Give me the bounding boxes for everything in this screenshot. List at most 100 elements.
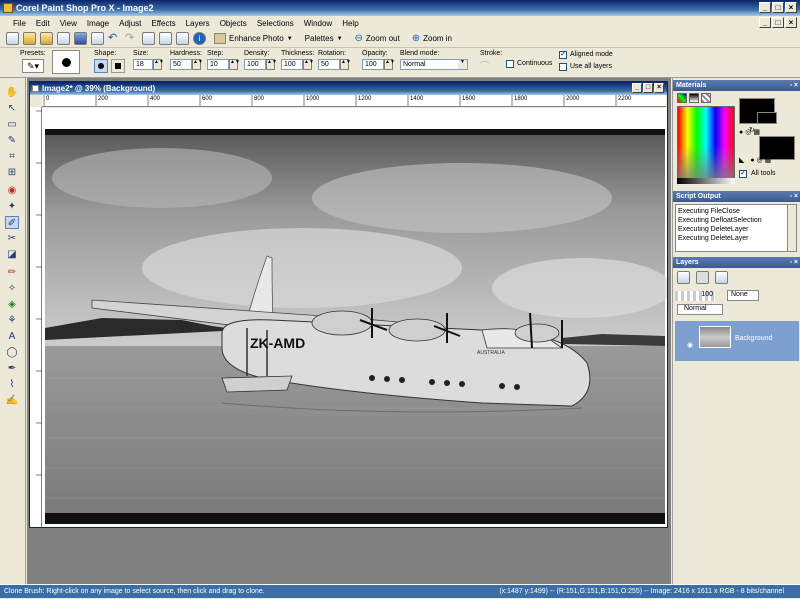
pan-tool-icon[interactable]: ✋ bbox=[5, 86, 19, 99]
layers-panel-header[interactable]: Layers ▫ × bbox=[673, 257, 800, 268]
image-window-title-bar[interactable]: Image2* @ 39% (Background) _ □ × bbox=[30, 82, 667, 95]
rotation-input[interactable]: 50 ▲▼ bbox=[318, 59, 351, 70]
color-picker-spectrum[interactable] bbox=[677, 106, 735, 184]
zoom-out-button[interactable]: ⊖ Zoom out bbox=[351, 33, 404, 44]
text-tool-icon[interactable]: A bbox=[5, 330, 19, 343]
new-layer-icon[interactable] bbox=[677, 271, 690, 284]
eraser-tool-icon[interactable]: ◪ bbox=[5, 248, 19, 261]
menu-adjust[interactable]: Adjust bbox=[114, 19, 146, 28]
layer-properties-icon[interactable] bbox=[715, 271, 728, 284]
effects-browser-icon[interactable] bbox=[159, 32, 172, 45]
log-scrollbar[interactable] bbox=[787, 205, 796, 251]
doc-restore-button[interactable]: □ bbox=[772, 17, 784, 28]
continuous-checkbox[interactable] bbox=[506, 60, 514, 68]
panel-controls-icon[interactable]: ▫ × bbox=[789, 191, 798, 202]
image-canvas[interactable]: ZK-AMD AUSTRALIA bbox=[42, 108, 667, 527]
zoom-in-button[interactable]: ⊕ Zoom in bbox=[408, 33, 456, 44]
print-icon[interactable] bbox=[91, 32, 104, 45]
menu-view[interactable]: View bbox=[55, 19, 82, 28]
crop-icon[interactable] bbox=[142, 32, 155, 45]
presets-dropdown[interactable]: ✎▾ bbox=[22, 59, 44, 73]
new-file-icon[interactable] bbox=[6, 32, 19, 45]
minimize-button[interactable]: _ bbox=[759, 2, 771, 13]
redo-icon[interactable]: ↷ bbox=[125, 32, 138, 45]
thickness-spinner[interactable]: ▲▼ bbox=[303, 59, 314, 70]
open-folder-icon[interactable] bbox=[23, 32, 36, 45]
browse-icon[interactable] bbox=[40, 32, 53, 45]
opacity-spinner[interactable]: ▲▼ bbox=[384, 59, 395, 70]
doc-minimize-button[interactable]: _ bbox=[759, 17, 771, 28]
frame-tab[interactable] bbox=[677, 93, 687, 103]
close-button[interactable]: × bbox=[785, 2, 797, 13]
foreground-material-swatch[interactable] bbox=[757, 112, 777, 124]
crop-tool-icon[interactable]: ⌗ bbox=[5, 150, 19, 163]
clone-brush-tool-icon[interactable]: ✐ bbox=[5, 216, 19, 229]
menu-edit[interactable]: Edit bbox=[31, 19, 55, 28]
save-icon[interactable] bbox=[74, 32, 87, 45]
materials-panel-header[interactable]: Materials ▫ × bbox=[673, 80, 800, 91]
image-maximize-button[interactable]: □ bbox=[643, 83, 653, 93]
layer-blend-mode-select[interactable]: Normal bbox=[677, 304, 723, 315]
size-input[interactable]: 18 ▲▼ bbox=[133, 59, 164, 70]
menu-layers[interactable]: Layers bbox=[181, 19, 215, 28]
paint-brush-tool-icon[interactable]: ✏ bbox=[5, 266, 19, 279]
maximize-button[interactable]: □ bbox=[772, 2, 784, 13]
preset-shape-tool-icon[interactable]: ◯ bbox=[5, 346, 19, 359]
eyedropper-tool-icon[interactable]: ✎ bbox=[5, 134, 19, 147]
swatches-tab[interactable] bbox=[701, 93, 711, 103]
all-tools-checkbox[interactable]: ✓ bbox=[739, 170, 747, 178]
stroke-icon[interactable]: ⌒ bbox=[480, 59, 494, 71]
makeover-tool-icon[interactable]: ✦ bbox=[5, 200, 19, 213]
selection-tool-icon[interactable]: ▭ bbox=[5, 118, 19, 131]
hardness-spinner[interactable]: ▲▼ bbox=[192, 59, 203, 70]
flood-fill-tool-icon[interactable]: ◈ bbox=[5, 298, 19, 311]
thickness-input[interactable]: 100 ▲▼ bbox=[281, 59, 314, 70]
brush-tip-preview[interactable] bbox=[52, 50, 80, 74]
menu-objects[interactable]: Objects bbox=[215, 19, 252, 28]
panel-controls-icon[interactable]: ▫ × bbox=[789, 80, 798, 91]
undo-icon[interactable]: ↶ bbox=[108, 32, 121, 45]
size-spinner[interactable]: ▲▼ bbox=[153, 59, 164, 70]
menu-file[interactable]: File bbox=[8, 19, 31, 28]
round-shape-button[interactable] bbox=[94, 59, 108, 73]
art-media-tool-icon[interactable]: ✍ bbox=[5, 394, 19, 407]
info-icon[interactable]: i bbox=[193, 32, 206, 45]
image-close-button[interactable]: × bbox=[654, 83, 664, 93]
aligned-mode-checkbox[interactable]: ✓ bbox=[559, 51, 567, 59]
picture-tube-tool-icon[interactable]: ⚘ bbox=[5, 314, 19, 327]
panel-controls-icon[interactable]: ▫ × bbox=[789, 257, 798, 268]
opacity-input[interactable]: 100 ▲▼ bbox=[362, 59, 395, 70]
retouch-icon[interactable] bbox=[176, 32, 189, 45]
layer-row-background[interactable]: Background ◉ bbox=[675, 321, 799, 361]
enhance-photo-button[interactable]: Enhance Photo ▼ bbox=[210, 33, 297, 44]
hardness-input[interactable]: 50 ▲▼ bbox=[170, 59, 203, 70]
style-buttons-icon[interactable]: ●◎▦ bbox=[739, 128, 762, 136]
menu-effects[interactable]: Effects bbox=[146, 19, 180, 28]
blend-none-field[interactable]: None bbox=[727, 290, 759, 301]
texture-buttons-icon[interactable]: ◣ ●◎▦ bbox=[739, 156, 773, 164]
palettes-button[interactable]: Palettes ▼ bbox=[301, 34, 347, 43]
app-title-bar[interactable]: Corel Paint Shop Pro X - Image2 _ □ × bbox=[0, 0, 800, 16]
image-minimize-button[interactable]: _ bbox=[632, 83, 642, 93]
pen-tool-icon[interactable]: ✒ bbox=[5, 362, 19, 375]
pick-tool-icon[interactable]: ↖ bbox=[5, 102, 19, 115]
layer-opacity-field[interactable]: 100 bbox=[675, 291, 715, 301]
menu-window[interactable]: Window bbox=[299, 19, 337, 28]
visibility-eye-icon[interactable]: ◉ bbox=[687, 341, 693, 349]
step-input[interactable]: 10 ▲▼ bbox=[207, 59, 240, 70]
doc-close-button[interactable]: × bbox=[785, 17, 797, 28]
density-input[interactable]: 100 ▲▼ bbox=[244, 59, 277, 70]
warp-brush-tool-icon[interactable]: ⌇ bbox=[5, 378, 19, 391]
script-output-log[interactable]: Executing FileClose Executing DefloatSel… bbox=[675, 204, 797, 252]
grayscale-strip[interactable] bbox=[677, 178, 735, 184]
air-brush-tool-icon[interactable]: ✧ bbox=[5, 282, 19, 295]
scan-icon[interactable] bbox=[57, 32, 70, 45]
straighten-tool-icon[interactable]: ⊞ bbox=[5, 166, 19, 179]
menu-help[interactable]: Help bbox=[337, 19, 363, 28]
red-eye-tool-icon[interactable]: ◉ bbox=[5, 184, 19, 197]
menu-image[interactable]: Image bbox=[82, 19, 114, 28]
script-output-panel-header[interactable]: Script Output ▫ × bbox=[673, 191, 800, 202]
step-spinner[interactable]: ▲▼ bbox=[229, 59, 240, 70]
rotation-spinner[interactable]: ▲▼ bbox=[340, 59, 351, 70]
delete-layer-icon[interactable] bbox=[696, 271, 709, 284]
